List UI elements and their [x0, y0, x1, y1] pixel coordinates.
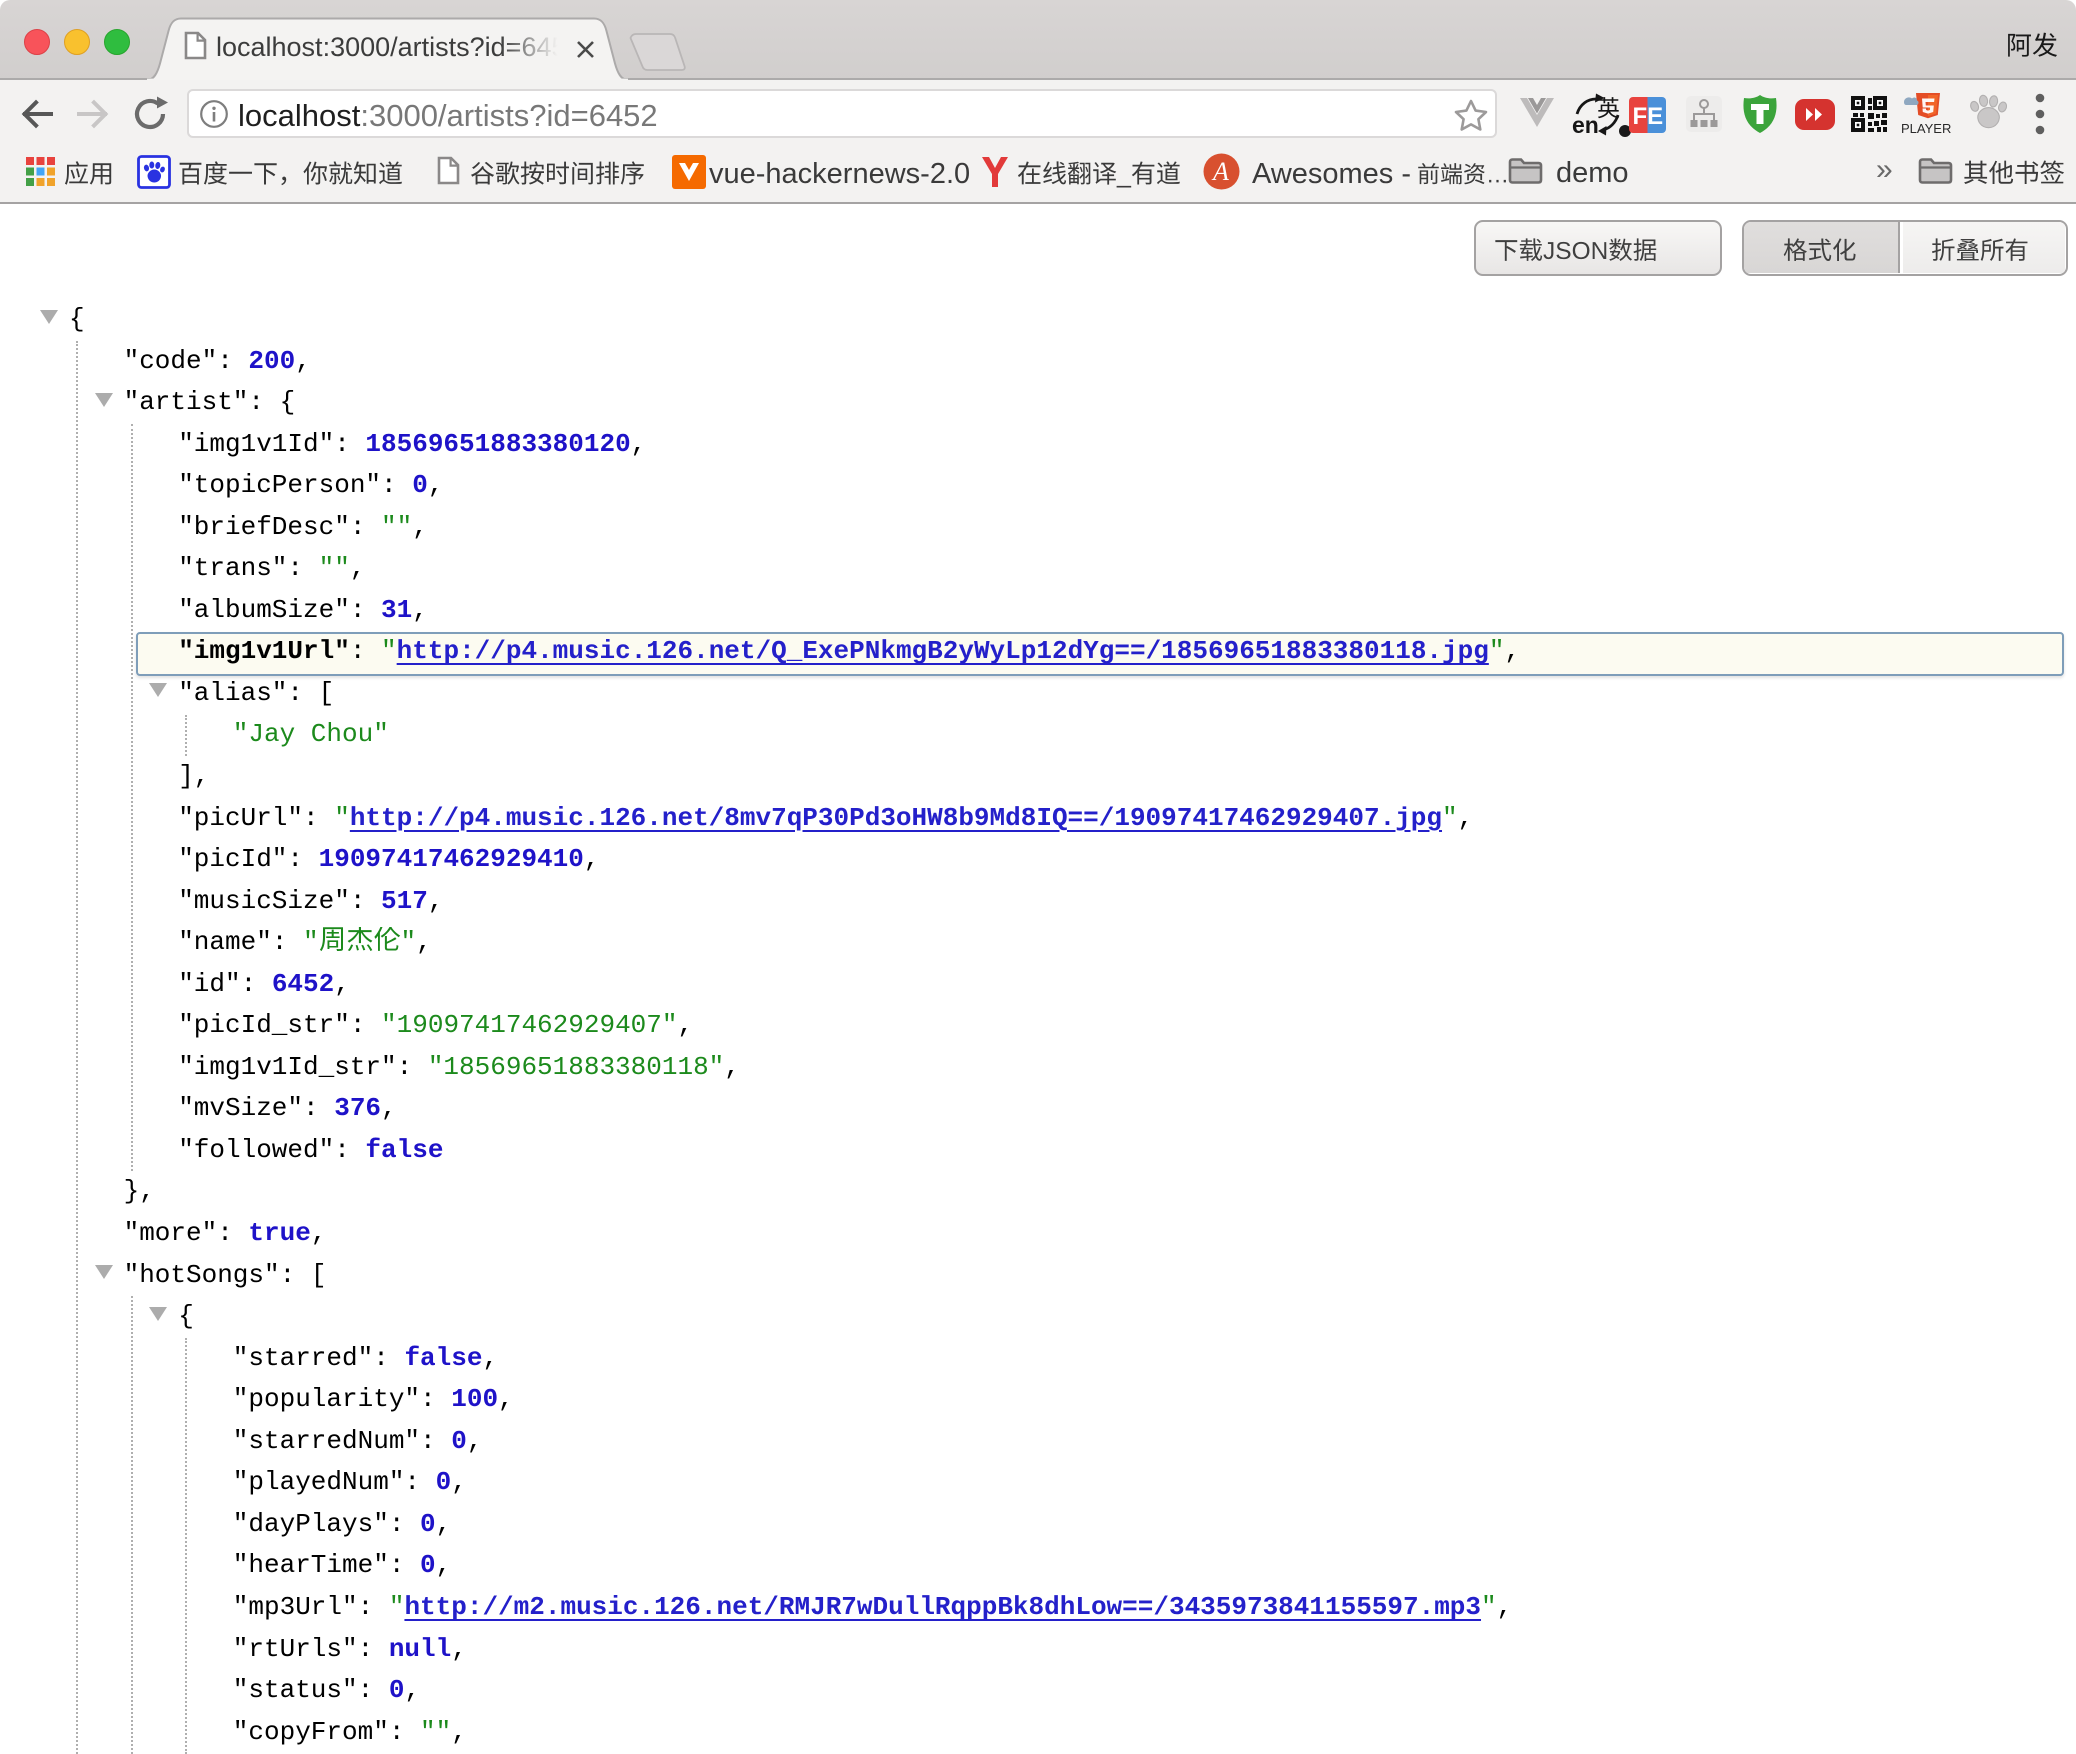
- svg-text:FE: FE: [1633, 103, 1664, 130]
- svg-text:en: en: [1572, 112, 1599, 138]
- svg-text:PLAYER: PLAYER: [1901, 121, 1951, 136]
- svg-text:A: A: [1211, 157, 1229, 186]
